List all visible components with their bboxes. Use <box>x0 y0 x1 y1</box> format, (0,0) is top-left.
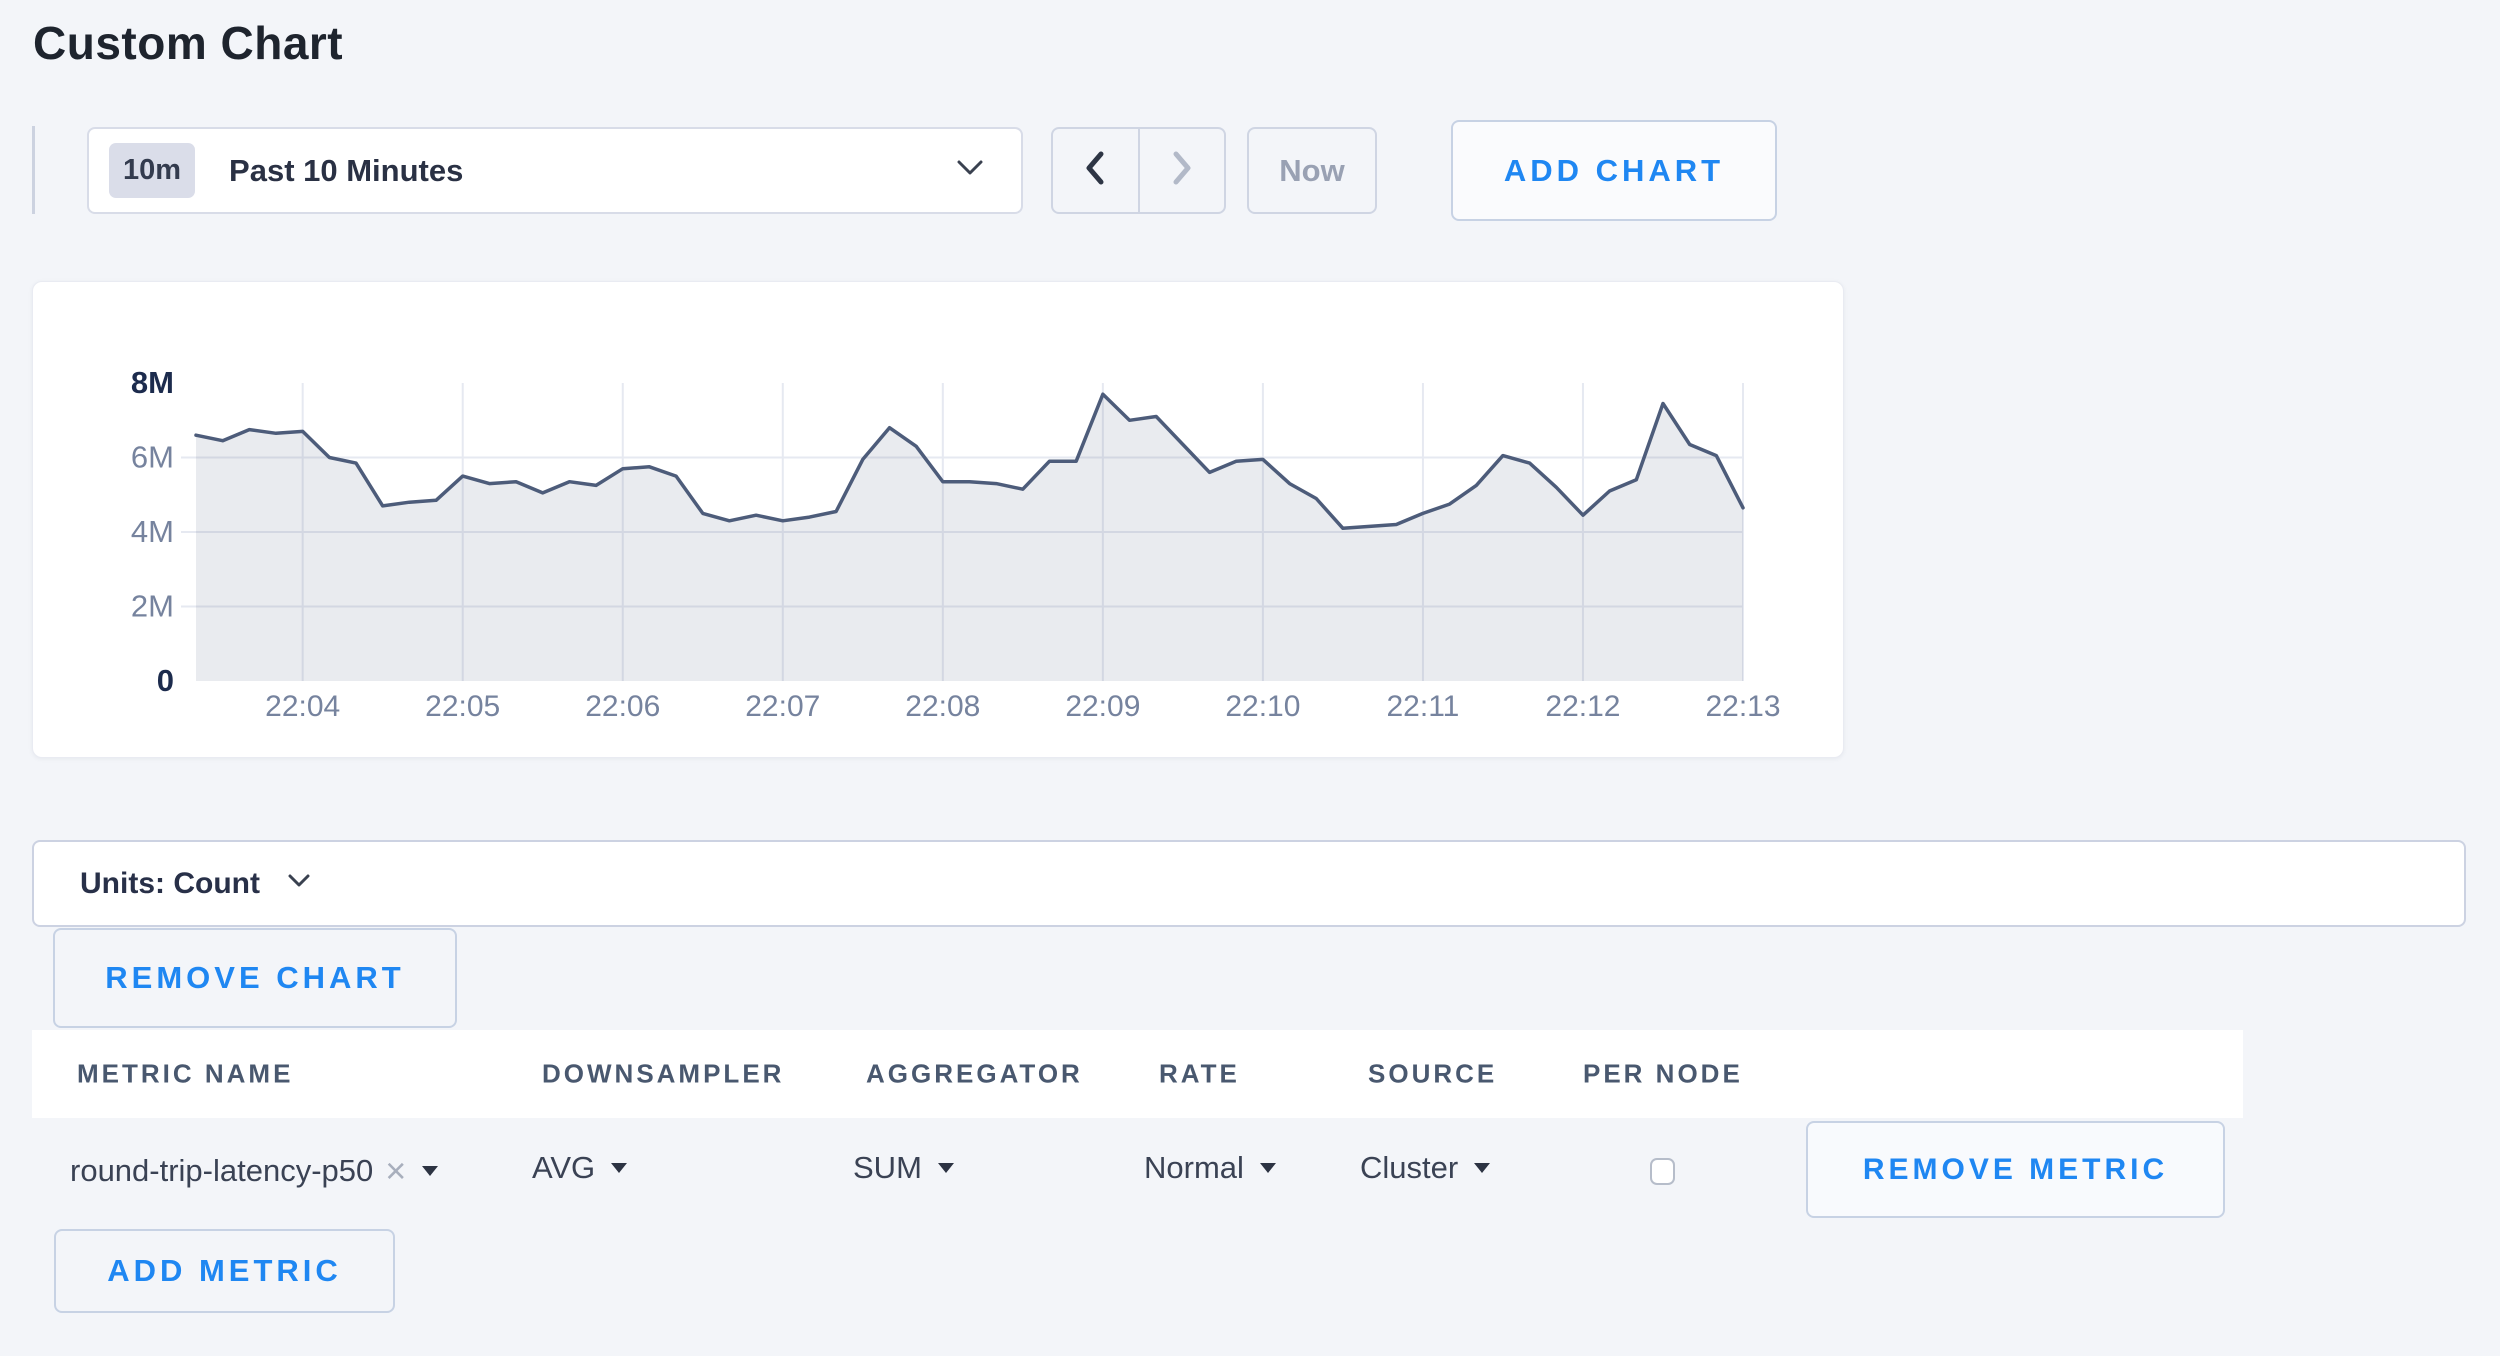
svg-text:6M: 6M <box>131 440 174 475</box>
svg-text:22:11: 22:11 <box>1387 690 1460 723</box>
source-select[interactable]: Cluster <box>1360 1150 1490 1186</box>
chevron-down-icon <box>288 874 310 893</box>
svg-text:22:13: 22:13 <box>1705 690 1780 723</box>
svg-text:22:06: 22:06 <box>585 690 660 723</box>
svg-text:4M: 4M <box>131 514 174 549</box>
next-time-button[interactable] <box>1140 129 1225 212</box>
downsampler-select[interactable]: AVG <box>532 1150 627 1186</box>
column-header-downsampler: DOWNSAMPLER <box>542 1059 784 1090</box>
add-chart-button[interactable]: ADD CHART <box>1451 120 1777 221</box>
close-icon[interactable]: × <box>385 1150 406 1192</box>
toolbar-accent-rule <box>32 126 35 214</box>
chevron-left-icon <box>1081 148 1109 193</box>
metric-name-select[interactable]: round-trip-latency-p50 × <box>70 1150 438 1192</box>
caret-down-icon <box>938 1163 954 1173</box>
svg-text:8M: 8M <box>131 365 174 400</box>
svg-text:22:04: 22:04 <box>265 690 340 723</box>
rate-select[interactable]: Normal <box>1144 1150 1276 1186</box>
remove-chart-button[interactable]: REMOVE CHART <box>53 928 457 1028</box>
svg-text:22:10: 22:10 <box>1225 690 1300 723</box>
caret-down-icon <box>1474 1163 1490 1173</box>
remove-metric-button[interactable]: REMOVE METRIC <box>1806 1121 2225 1218</box>
time-range-label: Past 10 Minutes <box>229 153 463 189</box>
column-header-per-node: PER NODE <box>1583 1059 1743 1090</box>
page-title: Custom Chart <box>33 16 343 70</box>
time-range-badge: 10m <box>109 143 195 198</box>
svg-text:2M: 2M <box>131 589 174 624</box>
chart-card: 0 2M 4M 6M 8M 22:04 22:05 22:06 22:07 22:08 22:09 2… <box>32 281 1844 758</box>
downsampler-value: AVG <box>532 1150 595 1186</box>
column-header-rate: RATE <box>1159 1059 1240 1090</box>
units-dropdown[interactable]: Units: Count <box>32 840 2466 927</box>
add-metric-button[interactable]: ADD METRIC <box>54 1229 395 1313</box>
aggregator-select[interactable]: SUM <box>853 1150 954 1186</box>
svg-text:22:07: 22:07 <box>745 690 820 723</box>
rate-value: Normal <box>1144 1150 1244 1186</box>
chevron-right-icon <box>1168 148 1196 193</box>
caret-down-icon <box>611 1163 627 1173</box>
per-node-checkbox[interactable] <box>1650 1158 1675 1185</box>
metric-name-value: round-trip-latency-p50 <box>70 1153 373 1189</box>
units-label: Units: Count <box>80 867 260 901</box>
metrics-table-header: METRIC NAME DOWNSAMPLER AGGREGATOR RATE … <box>32 1030 2243 1118</box>
svg-text:22:05: 22:05 <box>425 690 500 723</box>
column-header-metric-name: METRIC NAME <box>77 1059 293 1090</box>
time-pager <box>1051 127 1226 214</box>
svg-text:0: 0 <box>157 663 174 698</box>
now-button[interactable]: Now <box>1247 127 1377 214</box>
prev-time-button[interactable] <box>1053 129 1140 212</box>
column-header-source: SOURCE <box>1368 1059 1497 1090</box>
caret-down-icon <box>422 1166 438 1176</box>
source-value: Cluster <box>1360 1150 1458 1186</box>
timeseries-area-chart[interactable]: 0 2M 4M 6M 8M 22:04 22:05 22:06 22:07 22:08 22:09 2… <box>33 282 1845 759</box>
time-range-dropdown[interactable]: 10m Past 10 Minutes <box>87 127 1023 214</box>
svg-text:22:08: 22:08 <box>905 690 980 723</box>
caret-down-icon <box>1260 1163 1276 1173</box>
svg-text:22:12: 22:12 <box>1545 690 1620 723</box>
chevron-down-icon <box>957 160 983 181</box>
svg-text:22:09: 22:09 <box>1065 690 1140 723</box>
aggregator-value: SUM <box>853 1150 922 1186</box>
column-header-aggregator: AGGREGATOR <box>866 1059 1083 1090</box>
